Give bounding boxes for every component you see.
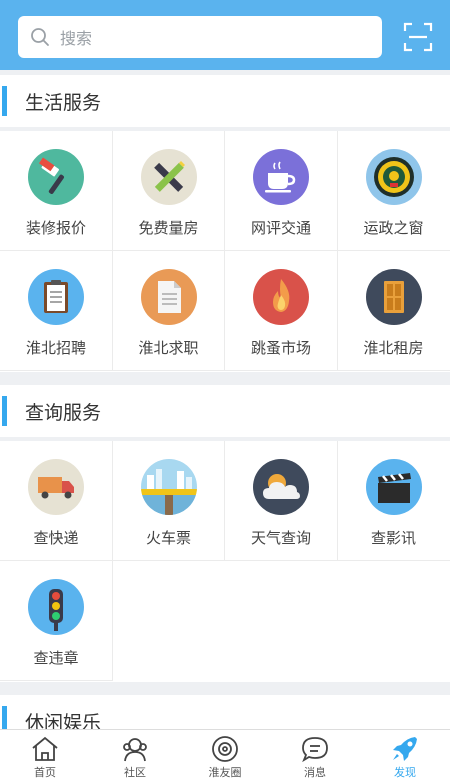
coffee-cup-icon bbox=[253, 149, 309, 205]
rocket-icon bbox=[360, 735, 450, 763]
section-title: 生活服务 bbox=[25, 91, 102, 114]
grid-item-label: 查快递 bbox=[33, 529, 79, 547]
clipboard-icon bbox=[28, 269, 84, 325]
nav-label: 社区 bbox=[124, 766, 146, 779]
scan-icon[interactable] bbox=[403, 22, 433, 52]
grid-item-label: 淮北租房 bbox=[363, 339, 424, 357]
grid-item-huaibei-jobs[interactable]: 淮北招聘 bbox=[0, 251, 113, 371]
grid-item-label: 装修报价 bbox=[25, 219, 86, 237]
nav-moments[interactable]: 淮友圈 bbox=[180, 730, 270, 780]
train-city-icon bbox=[140, 459, 197, 515]
nav-discover[interactable]: 发现 bbox=[360, 730, 450, 780]
clapperboard-icon bbox=[365, 459, 422, 515]
section-title: 查询服务 bbox=[25, 401, 102, 424]
grid-item-traffic-review[interactable]: 网评交通 bbox=[225, 131, 338, 251]
weather-cloud-icon bbox=[253, 459, 309, 515]
home-icon bbox=[0, 735, 90, 763]
grid-item-weather[interactable]: 天气查询 bbox=[225, 441, 338, 561]
nav-label: 发现 bbox=[394, 766, 416, 779]
grid-item-label: 火车票 bbox=[145, 529, 191, 547]
top-bar: 搜索 bbox=[0, 0, 450, 70]
grid-item-label: 跳蚤市场 bbox=[250, 339, 311, 357]
section-accent-bar bbox=[2, 396, 7, 426]
nav-messages[interactable]: 消息 bbox=[270, 730, 360, 780]
community-icon bbox=[90, 735, 180, 763]
ruler-pencil-icon bbox=[140, 149, 197, 205]
flame-icon bbox=[253, 269, 309, 325]
nav-label: 消息 bbox=[304, 766, 326, 779]
grid-item-label: 淮北招聘 bbox=[25, 339, 86, 357]
delivery-truck-icon bbox=[28, 459, 84, 515]
grid-item-label: 天气查询 bbox=[250, 529, 311, 547]
grid-item-train-ticket[interactable]: 火车票 bbox=[112, 441, 225, 561]
grid-item-renovation-quote[interactable]: 装修报价 bbox=[0, 131, 113, 251]
grid-item-label: 运政之窗 bbox=[363, 219, 424, 237]
emblem-icon bbox=[365, 149, 422, 205]
document-icon bbox=[140, 269, 197, 325]
section-header-life: 生活服务 bbox=[0, 75, 450, 127]
nav-home[interactable]: 首页 bbox=[0, 730, 90, 780]
query-services-grid: 查快递 火车票 天气查询 查影讯 查违章 bbox=[0, 441, 450, 682]
search-placeholder: 搜索 bbox=[60, 29, 93, 48]
door-icon bbox=[365, 269, 422, 325]
grid-item-label: 免费量房 bbox=[138, 219, 199, 237]
grid-item-violation-check[interactable]: 查违章 bbox=[0, 561, 113, 681]
grid-item-express-tracking[interactable]: 查快递 bbox=[0, 441, 113, 561]
nav-label: 淮友圈 bbox=[208, 766, 242, 779]
grid-item-flea-market[interactable]: 跳蚤市场 bbox=[225, 251, 338, 371]
bottom-nav: 首页 社区 淮友圈 消息 发现 bbox=[0, 729, 450, 780]
section-accent-bar bbox=[2, 86, 7, 116]
section-header-query: 查询服务 bbox=[0, 385, 450, 437]
grid-item-label: 查影讯 bbox=[370, 529, 416, 547]
grid-item-movie-info[interactable]: 查影讯 bbox=[337, 441, 450, 561]
grid-item-free-measure[interactable]: 免费量房 bbox=[112, 131, 225, 251]
grid-item-label: 网评交通 bbox=[250, 219, 311, 237]
life-services-grid: 装修报价 免费量房 网评交通 运政之窗 淮北招聘 淮北求职 跳蚤市场 淮北租房 bbox=[0, 131, 450, 372]
grid-item-label: 查违章 bbox=[33, 649, 79, 667]
grid-item-huaibei-rental[interactable]: 淮北租房 bbox=[337, 251, 450, 371]
paint-brush-icon bbox=[28, 149, 84, 205]
moments-icon bbox=[180, 735, 270, 763]
search-input[interactable]: 搜索 bbox=[18, 16, 382, 58]
search-icon bbox=[30, 27, 50, 47]
nav-label: 首页 bbox=[34, 766, 56, 779]
grid-item-huaibei-job-seeking[interactable]: 淮北求职 bbox=[112, 251, 225, 371]
traffic-light-icon bbox=[28, 579, 84, 635]
grid-item-label: 淮北求职 bbox=[138, 339, 199, 357]
grid-item-transport-window[interactable]: 运政之窗 bbox=[337, 131, 450, 251]
nav-community[interactable]: 社区 bbox=[90, 730, 180, 780]
message-icon bbox=[270, 735, 360, 763]
